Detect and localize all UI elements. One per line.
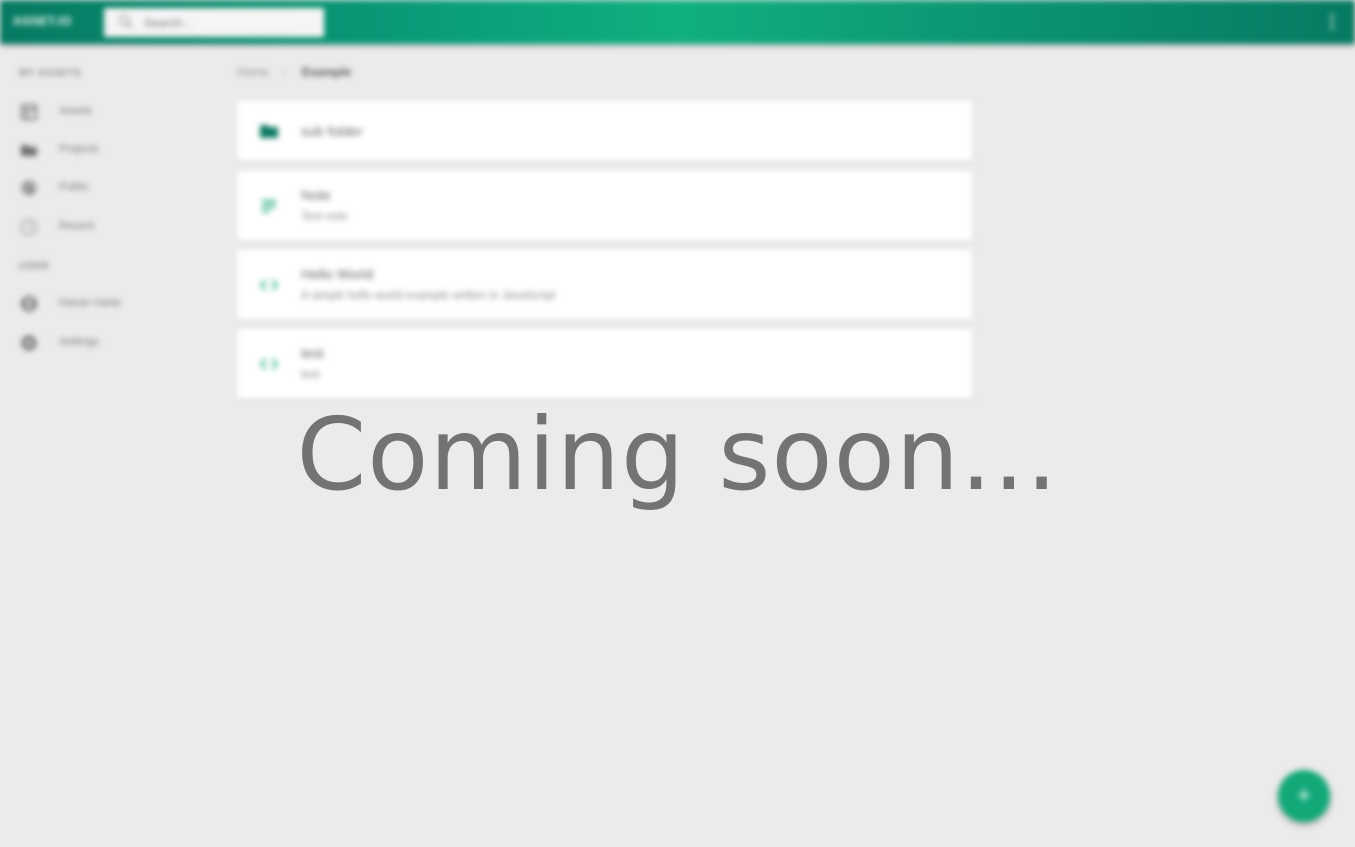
breadcrumb-home[interactable]: Home — [237, 65, 269, 79]
sidebar-item-label: Recent — [59, 220, 94, 232]
search-icon — [119, 15, 133, 29]
clock-icon — [20, 218, 38, 236]
sidebar-item-label: Public — [59, 181, 89, 193]
folder-icon — [260, 125, 278, 138]
sidebar-item-profile[interactable]: Kieran Harte — [0, 287, 200, 321]
list-item[interactable]: sub folder — [237, 101, 972, 161]
sidebar-item-assets[interactable]: Assets — [0, 95, 200, 129]
code-icon — [259, 279, 279, 291]
breadcrumb-current: Example — [302, 65, 352, 79]
globe-icon — [21, 180, 37, 196]
section-title-user: USER — [19, 261, 50, 272]
item-title: Hello World — [301, 266, 374, 282]
item-subtitle: A simple hello world example written in … — [301, 290, 556, 302]
more-vert-icon[interactable] — [1326, 12, 1338, 32]
note-icon — [262, 200, 276, 213]
section-title-my-assets: MY ASSETS — [19, 68, 82, 79]
code-icon — [259, 358, 279, 370]
app-brand[interactable]: ASSET.IO — [13, 14, 72, 28]
gear-icon — [21, 335, 37, 351]
search-box[interactable] — [104, 8, 324, 37]
list-item[interactable]: test test — [237, 329, 972, 399]
search-input[interactable] — [144, 13, 314, 32]
coming-soon-overlay: Coming soon... — [0, 400, 1355, 520]
sidebar-item-settings[interactable]: Settings — [0, 326, 200, 360]
sidebar-item-projects[interactable]: Projects — [0, 133, 200, 167]
sidebar-item-label: Assets — [59, 105, 93, 117]
list-item[interactable]: Hello World A simple hello world example… — [237, 250, 972, 320]
item-title: sub folder — [301, 123, 363, 139]
sidebar-item-label: Projects — [59, 143, 99, 155]
assets-icon — [21, 104, 37, 120]
user-icon — [21, 296, 37, 312]
item-title: Note — [301, 187, 331, 203]
top-bar: ASSET.IO — [0, 0, 1355, 44]
item-subtitle: test — [301, 369, 320, 381]
sidebar-item-recent[interactable]: Recent — [0, 210, 200, 244]
item-title: test — [301, 345, 324, 361]
list-item[interactable]: Note Test note — [237, 171, 972, 241]
folder-icon — [21, 145, 37, 156]
sidebar-item-public[interactable]: Public — [0, 171, 200, 205]
sidebar-item-label: Settings — [59, 336, 99, 348]
breadcrumb-separator-icon: › — [281, 65, 285, 79]
coming-soon-text: Coming soon... — [296, 396, 1059, 513]
item-subtitle: Test note — [301, 211, 348, 223]
sidebar-item-label: Kieran Harte — [59, 297, 121, 309]
add-button[interactable]: + — [1278, 770, 1330, 822]
